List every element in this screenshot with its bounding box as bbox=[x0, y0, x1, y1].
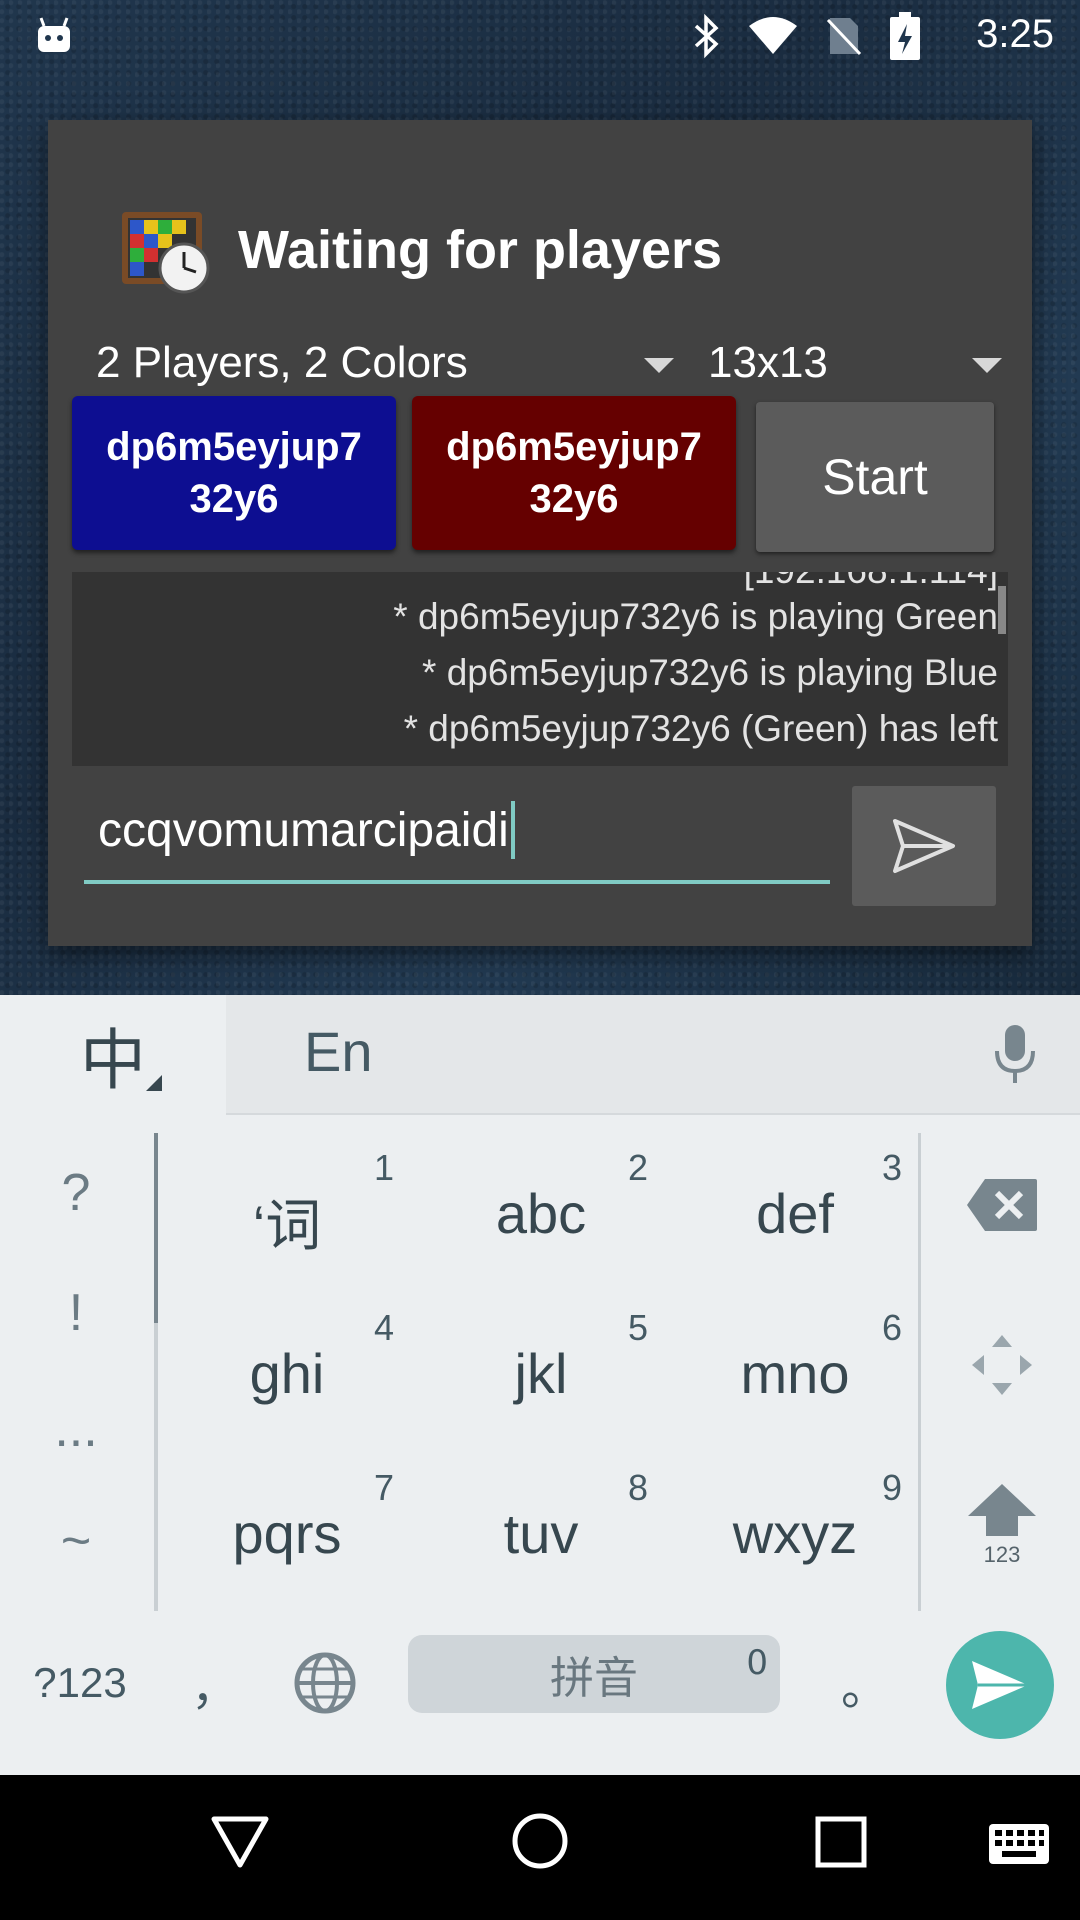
key-number: 5 bbox=[627, 1307, 648, 1348]
key-label: abc bbox=[495, 1182, 587, 1245]
chat-message-value: ccqvomumarcipaidi bbox=[98, 803, 509, 857]
key-label: mno bbox=[740, 1342, 850, 1405]
key-number: 2 bbox=[627, 1147, 648, 1188]
keyboard-bottom-row: ?123 ， 拼音 0 。 bbox=[0, 1613, 1080, 1775]
shift-key[interactable]: 123 bbox=[924, 1445, 1080, 1605]
side-key-exclamation[interactable]: ! bbox=[0, 1283, 152, 1343]
home-icon[interactable] bbox=[510, 1811, 570, 1871]
navigation-bar bbox=[0, 1775, 1080, 1920]
globe-icon bbox=[294, 1652, 356, 1714]
key-number: 0 bbox=[746, 1643, 768, 1683]
recents-icon[interactable] bbox=[814, 1811, 868, 1871]
key-label: def bbox=[756, 1182, 834, 1245]
send-icon bbox=[893, 819, 955, 873]
key-number: 9 bbox=[881, 1467, 902, 1508]
space-pinyin-key[interactable]: 拼音 0 bbox=[408, 1635, 780, 1713]
key-5[interactable]: jkl 5 bbox=[414, 1291, 668, 1451]
language-key-label: 中 bbox=[80, 1022, 146, 1099]
key-number: 7 bbox=[373, 1467, 394, 1508]
player-slot-red-button[interactable]: dp6m5eyjup7 32y6 bbox=[412, 396, 736, 550]
key-label: ‘词 bbox=[252, 1194, 322, 1257]
game-mode-spinner[interactable]: 2 Players, 2 Colors bbox=[96, 318, 674, 408]
key-number: 4 bbox=[373, 1307, 394, 1348]
key-number: 8 bbox=[627, 1467, 648, 1508]
back-icon[interactable] bbox=[210, 1811, 270, 1871]
wifi-icon bbox=[749, 17, 797, 54]
globe-key[interactable] bbox=[280, 1613, 370, 1753]
key-8[interactable]: tuv 8 bbox=[414, 1451, 668, 1611]
key-label: pqrs bbox=[232, 1502, 342, 1565]
chat-line: * dp6m5eyjup732y6 is playing Green bbox=[393, 596, 998, 637]
key-number: 1 bbox=[373, 1147, 394, 1188]
game-mode-value: 2 Players, 2 Colors bbox=[96, 338, 468, 387]
symbols-key[interactable]: ?123 bbox=[20, 1613, 140, 1753]
move-arrows-icon bbox=[972, 1335, 1032, 1395]
board-size-spinner[interactable]: 13x13 bbox=[708, 318, 1002, 408]
period-key[interactable]: 。 bbox=[820, 1613, 910, 1753]
shift-sublabel: 123 bbox=[983, 1542, 1021, 1567]
send-icon bbox=[972, 1661, 1028, 1709]
comma-key[interactable]: ， bbox=[170, 1613, 260, 1753]
key-1[interactable]: ‘词 1 bbox=[160, 1131, 414, 1291]
chat-scrollbar[interactable] bbox=[998, 586, 1006, 634]
send-message-button[interactable] bbox=[852, 786, 996, 906]
language-switch-key[interactable]: 中 bbox=[0, 995, 226, 1115]
dropdown-arrow-icon bbox=[644, 358, 674, 373]
board-size-value: 13x13 bbox=[708, 338, 828, 387]
dialog-header: Waiting for players bbox=[120, 200, 722, 300]
chat-line-partial: [192.168.1.114] bbox=[744, 572, 998, 592]
side-key-ellipsis[interactable]: ... bbox=[0, 1399, 152, 1459]
text-caret bbox=[510, 801, 515, 859]
player-slot-blue-button[interactable]: dp6m5eyjup7 32y6 bbox=[72, 396, 396, 550]
dialog-title: Waiting for players bbox=[238, 220, 723, 280]
backspace-key[interactable] bbox=[924, 1125, 1080, 1285]
key-6[interactable]: mno 6 bbox=[668, 1291, 922, 1451]
start-button[interactable]: Start bbox=[756, 402, 994, 552]
no-sim-icon bbox=[826, 18, 862, 56]
key-label: ghi bbox=[249, 1342, 325, 1405]
key-label: jkl bbox=[514, 1342, 568, 1405]
chat-message-input[interactable]: ccqvomumarcipaidi bbox=[84, 782, 830, 884]
key-4[interactable]: ghi 4 bbox=[160, 1291, 414, 1451]
shift-arrow-icon bbox=[968, 1484, 1036, 1536]
backspace-icon bbox=[967, 1179, 1037, 1231]
key-number: 3 bbox=[881, 1147, 902, 1188]
language-menu-indicator-icon bbox=[146, 1075, 162, 1091]
dropdown-arrow-icon bbox=[972, 358, 1002, 373]
candidate-en[interactable]: En bbox=[304, 1019, 373, 1084]
keyboard-switch-icon[interactable] bbox=[988, 1823, 1050, 1865]
ime-keyboard: 中 En ? ! ... ~ ‘词 1 abc 2 def 3 ghi 4 jk bbox=[0, 995, 1080, 1775]
waiting-for-players-dialog: Waiting for players 2 Players, 2 Colors … bbox=[48, 120, 1032, 946]
status-bar: 3:25 bbox=[0, 0, 1080, 72]
side-key-question[interactable]: ? bbox=[0, 1163, 152, 1223]
battery-charging-icon bbox=[890, 12, 920, 60]
key-9[interactable]: wxyz 9 bbox=[668, 1451, 922, 1611]
space-key-label: 拼音 bbox=[550, 1653, 638, 1704]
key-2[interactable]: abc 2 bbox=[414, 1131, 668, 1291]
input-underline bbox=[84, 880, 830, 884]
send-enter-key[interactable] bbox=[946, 1631, 1054, 1739]
microphone-icon[interactable] bbox=[994, 1023, 1036, 1085]
key-label: wxyz bbox=[732, 1502, 858, 1565]
key-7[interactable]: pqrs 7 bbox=[160, 1451, 414, 1611]
android-notification-icon bbox=[38, 17, 70, 52]
keyboard-top-bar: 中 En bbox=[0, 995, 1080, 1115]
chat-line: * dp6m5eyjup732y6 is playing Blue bbox=[422, 652, 998, 693]
chat-log[interactable]: [192.168.1.114] * dp6m5eyjup732y6 is pla… bbox=[72, 572, 1008, 766]
side-key-tilde[interactable]: ~ bbox=[0, 1511, 152, 1571]
key-number: 6 bbox=[881, 1307, 902, 1348]
key-label: tuv bbox=[503, 1502, 579, 1565]
chat-line: * dp6m5eyjup732y6 (Green) has left bbox=[403, 708, 998, 749]
side-list-scrollbar-thumb[interactable] bbox=[154, 1133, 158, 1323]
clock-time: 3:25 bbox=[976, 12, 1054, 56]
bluetooth-icon bbox=[694, 14, 719, 58]
cursor-move-key[interactable] bbox=[924, 1285, 1080, 1445]
candidate-bar: En bbox=[226, 995, 1080, 1115]
key-3[interactable]: def 3 bbox=[668, 1131, 922, 1291]
app-board-clock-icon bbox=[120, 206, 212, 294]
